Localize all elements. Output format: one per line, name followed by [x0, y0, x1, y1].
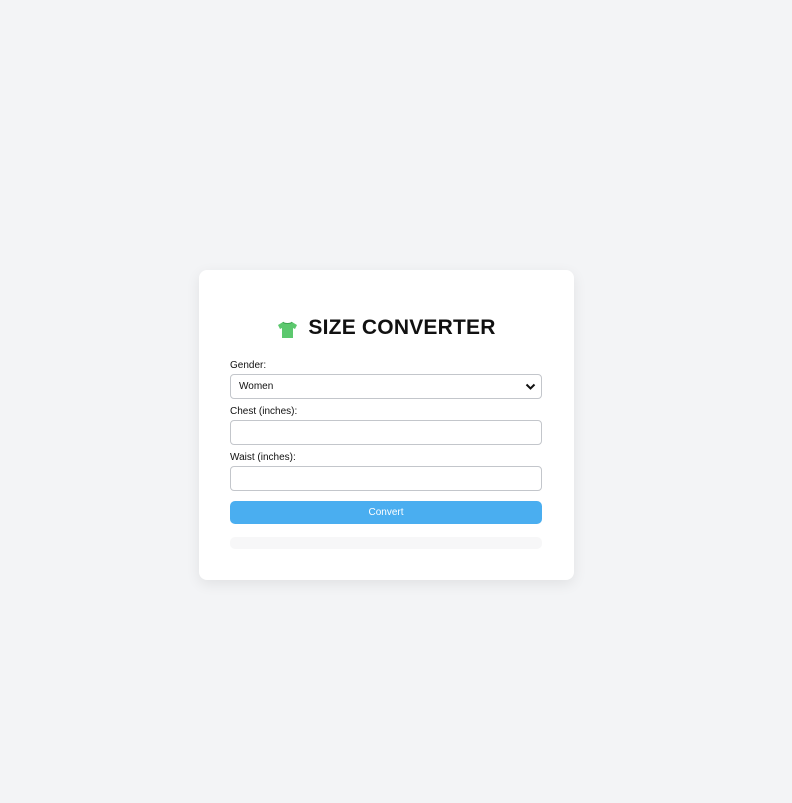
chest-input[interactable] — [230, 420, 542, 445]
tshirt-icon — [277, 321, 298, 339]
chevron-down-icon — [525, 382, 536, 391]
chest-label: Chest (inches): — [230, 406, 298, 417]
size-converter-card: SIZE CONVERTER Gender: Women Chest (inch… — [199, 270, 574, 580]
gender-selected-value: Women — [239, 381, 274, 392]
page-title: SIZE CONVERTER — [308, 316, 496, 339]
waist-label: Waist (inches): — [230, 452, 296, 463]
convert-button[interactable]: Convert — [230, 501, 542, 524]
gender-select[interactable]: Women — [230, 374, 542, 399]
gender-label: Gender: — [230, 360, 267, 371]
waist-input[interactable] — [230, 466, 542, 491]
title-row: SIZE CONVERTER — [199, 316, 574, 340]
result-area — [230, 537, 542, 549]
